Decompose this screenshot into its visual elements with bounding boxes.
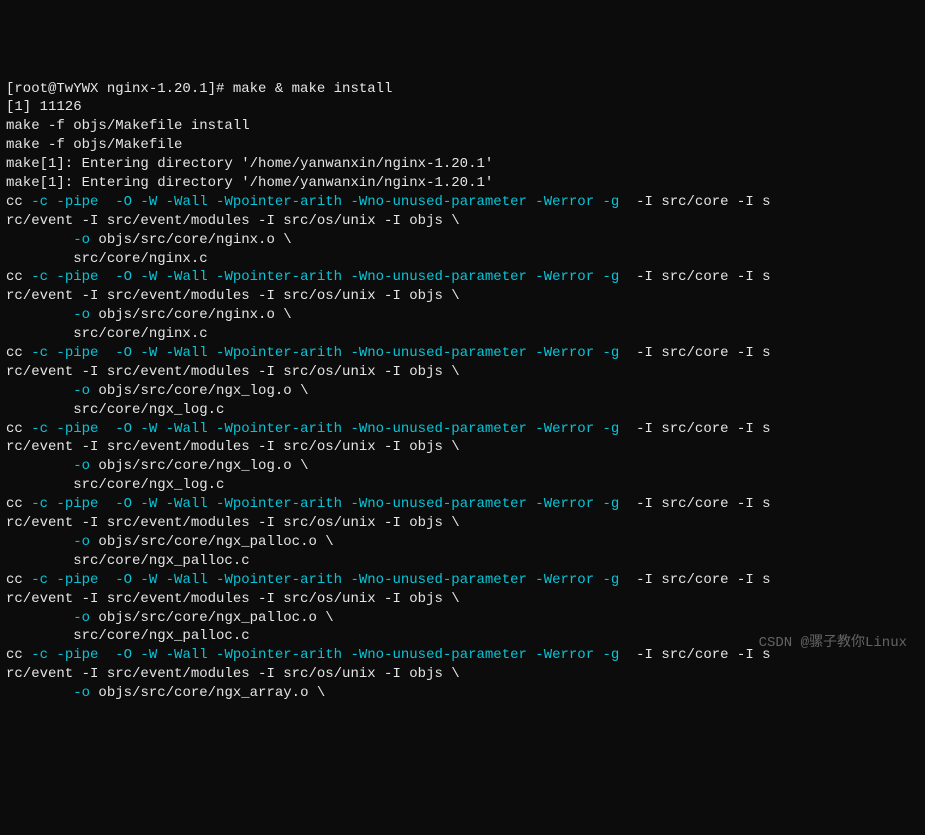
terminal-text-segment: -o	[73, 534, 90, 550]
terminal-text-segment: rc/event -I src/event/modules -I src/os/…	[6, 439, 460, 455]
terminal-text-segment: objs/src/core/ngx_log.o \	[90, 383, 308, 399]
terminal-text-segment: -c -pipe -O -W -Wall -Wpointer-arith -Wn…	[31, 269, 628, 285]
terminal-line: -o objs/src/core/ngx_array.o \	[6, 684, 919, 703]
terminal-line: rc/event -I src/event/modules -I src/os/…	[6, 212, 919, 231]
terminal-text-segment: -I src/core -I s	[628, 345, 771, 361]
terminal-line: rc/event -I src/event/modules -I src/os/…	[6, 363, 919, 382]
terminal-line: src/core/nginx.c	[6, 325, 919, 344]
terminal-line: cc -c -pipe -O -W -Wall -Wpointer-arith …	[6, 193, 919, 212]
terminal-text-segment: -c -pipe -O -W -Wall -Wpointer-arith -Wn…	[31, 194, 628, 210]
terminal-text-segment	[6, 307, 73, 323]
terminal-text-segment: -o	[73, 232, 90, 248]
terminal-text-segment: -o	[73, 458, 90, 474]
terminal-line: src/core/nginx.c	[6, 250, 919, 269]
terminal-line: cc -c -pipe -O -W -Wall -Wpointer-arith …	[6, 495, 919, 514]
terminal-line: -o objs/src/core/ngx_palloc.o \	[6, 533, 919, 552]
terminal-text-segment: src/core/ngx_log.c	[6, 477, 224, 493]
terminal-line: cc -c -pipe -O -W -Wall -Wpointer-arith …	[6, 344, 919, 363]
terminal-text-segment: cc	[6, 194, 31, 210]
terminal-text-segment	[6, 685, 73, 701]
terminal-line: rc/event -I src/event/modules -I src/os/…	[6, 514, 919, 533]
terminal-text-segment	[6, 534, 73, 550]
terminal-text-segment: -o	[73, 610, 90, 626]
terminal-text-segment	[6, 458, 73, 474]
terminal-text-segment: objs/src/core/ngx_array.o \	[90, 685, 325, 701]
watermark: CSDN @骡子教你Linux	[759, 634, 907, 653]
terminal-text-segment: -I src/core -I s	[628, 572, 771, 588]
terminal-text-segment: -I src/core -I s	[628, 496, 771, 512]
terminal-line: [root@TwYWX nginx-1.20.1]# make & make i…	[6, 80, 919, 99]
terminal-line: make -f objs/Makefile	[6, 136, 919, 155]
terminal-line: rc/event -I src/event/modules -I src/os/…	[6, 590, 919, 609]
terminal-text-segment: [1] 11126	[6, 99, 82, 115]
terminal-text-segment: src/core/nginx.c	[6, 251, 208, 267]
terminal-text-segment: -o	[73, 685, 90, 701]
terminal-text-segment: objs/src/core/ngx_palloc.o \	[90, 534, 334, 550]
terminal-line: make[1]: Entering directory '/home/yanwa…	[6, 155, 919, 174]
terminal-line: src/core/ngx_log.c	[6, 476, 919, 495]
terminal-text-segment: cc	[6, 572, 31, 588]
terminal-line: -o objs/src/core/nginx.o \	[6, 231, 919, 250]
terminal-text-segment: [root@TwYWX nginx-1.20.1]# make & make i…	[6, 81, 392, 97]
terminal-text-segment: src/core/ngx_palloc.c	[6, 628, 250, 644]
terminal-text-segment: src/core/ngx_log.c	[6, 402, 224, 418]
terminal-text-segment: -c -pipe -O -W -Wall -Wpointer-arith -Wn…	[31, 421, 628, 437]
terminal-text-segment: rc/event -I src/event/modules -I src/os/…	[6, 591, 460, 607]
terminal-text-segment: -I src/core -I s	[628, 269, 771, 285]
terminal-text-segment: -I src/core -I s	[628, 194, 771, 210]
terminal-line: -o objs/src/core/ngx_log.o \	[6, 382, 919, 401]
terminal-text-segment: -c -pipe -O -W -Wall -Wpointer-arith -Wn…	[31, 572, 628, 588]
terminal-line: [1] 11126	[6, 98, 919, 117]
terminal-text-segment: objs/src/core/ngx_log.o \	[90, 458, 308, 474]
terminal-text-segment: src/core/nginx.c	[6, 326, 208, 342]
terminal-output[interactable]: [root@TwYWX nginx-1.20.1]# make & make i…	[6, 80, 919, 703]
terminal-text-segment: objs/src/core/nginx.o \	[90, 232, 292, 248]
terminal-text-segment: cc	[6, 345, 31, 361]
terminal-line: -o objs/src/core/ngx_log.o \	[6, 457, 919, 476]
terminal-text-segment: cc	[6, 269, 31, 285]
terminal-text-segment	[6, 232, 73, 248]
terminal-text-segment: make -f objs/Makefile install	[6, 118, 250, 134]
terminal-text-segment: -o	[73, 383, 90, 399]
terminal-line: src/core/ngx_palloc.c	[6, 552, 919, 571]
terminal-text-segment: make[1]: Entering directory '/home/yanwa…	[6, 156, 493, 172]
terminal-text-segment: cc	[6, 647, 31, 663]
terminal-text-segment: -c -pipe -O -W -Wall -Wpointer-arith -Wn…	[31, 345, 628, 361]
terminal-line: rc/event -I src/event/modules -I src/os/…	[6, 438, 919, 457]
terminal-line: cc -c -pipe -O -W -Wall -Wpointer-arith …	[6, 268, 919, 287]
terminal-text-segment: objs/src/core/ngx_palloc.o \	[90, 610, 334, 626]
terminal-line: rc/event -I src/event/modules -I src/os/…	[6, 665, 919, 684]
terminal-text-segment: -c -pipe -O -W -Wall -Wpointer-arith -Wn…	[31, 496, 628, 512]
terminal-text-segment: rc/event -I src/event/modules -I src/os/…	[6, 213, 460, 229]
terminal-text-segment: rc/event -I src/event/modules -I src/os/…	[6, 515, 460, 531]
terminal-text-segment: cc	[6, 496, 31, 512]
terminal-line: make -f objs/Makefile install	[6, 117, 919, 136]
terminal-line: cc -c -pipe -O -W -Wall -Wpointer-arith …	[6, 571, 919, 590]
terminal-text-segment: objs/src/core/nginx.o \	[90, 307, 292, 323]
terminal-text-segment: -o	[73, 307, 90, 323]
terminal-text-segment: -c -pipe -O -W -Wall -Wpointer-arith -Wn…	[31, 647, 628, 663]
terminal-text-segment: rc/event -I src/event/modules -I src/os/…	[6, 364, 460, 380]
terminal-line: rc/event -I src/event/modules -I src/os/…	[6, 287, 919, 306]
terminal-line: make[1]: Entering directory '/home/yanwa…	[6, 174, 919, 193]
terminal-line: -o objs/src/core/ngx_palloc.o \	[6, 609, 919, 628]
terminal-line: src/core/ngx_log.c	[6, 401, 919, 420]
terminal-text-segment: rc/event -I src/event/modules -I src/os/…	[6, 666, 460, 682]
terminal-text-segment: make -f objs/Makefile	[6, 137, 182, 153]
terminal-text-segment: cc	[6, 421, 31, 437]
terminal-text-segment: -I src/core -I s	[628, 647, 771, 663]
terminal-text-segment: make[1]: Entering directory '/home/yanwa…	[6, 175, 493, 191]
terminal-line: cc -c -pipe -O -W -Wall -Wpointer-arith …	[6, 420, 919, 439]
terminal-text-segment: -I src/core -I s	[628, 421, 771, 437]
terminal-line: -o objs/src/core/nginx.o \	[6, 306, 919, 325]
terminal-text-segment	[6, 383, 73, 399]
terminal-text-segment	[6, 610, 73, 626]
terminal-text-segment: rc/event -I src/event/modules -I src/os/…	[6, 288, 460, 304]
terminal-text-segment: src/core/ngx_palloc.c	[6, 553, 250, 569]
